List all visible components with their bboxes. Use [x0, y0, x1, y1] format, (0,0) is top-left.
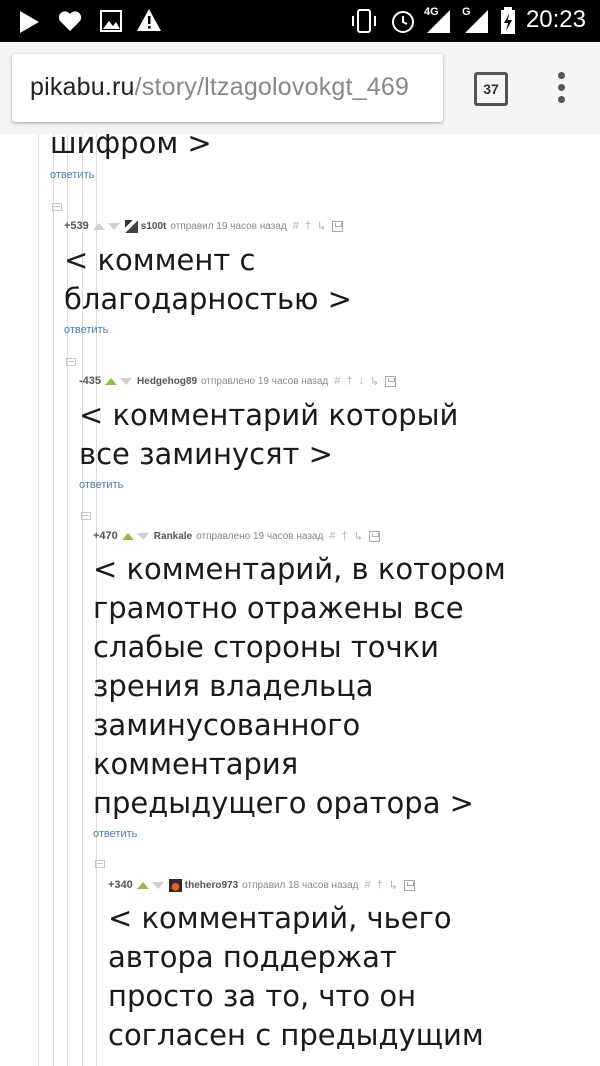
status-bar: 4G G 20:23 [0, 0, 600, 42]
collapse-toggle[interactable] [81, 512, 91, 520]
url-text[interactable]: pikabu.ru/story/ltzagolovokgt_469 [30, 73, 409, 102]
comment-meta: -435 Hedgehog89 отправлено 19 часов наза… [79, 373, 397, 389]
comments-area: шифром > ответить +539 s100t отправил 19… [0, 134, 600, 1066]
comment-line: слабые стороны точки [93, 630, 440, 664]
reply-arrow-icon[interactable]: ↳ [370, 375, 379, 388]
url-bar[interactable]: pikabu.ru/story/ltzagolovokgt_469 [12, 54, 443, 122]
reply-link[interactable]: ответить [93, 828, 137, 840]
comment-line: согласен с предыдущим [108, 1018, 484, 1052]
down-arrow-icon[interactable]: ↓ [359, 375, 365, 387]
pin-icon[interactable]: † [341, 530, 347, 542]
url-domain: pikabu.ru [30, 73, 135, 101]
reply-arrow-icon[interactable]: ↳ [389, 879, 398, 892]
comment-line: просто за то, что он [108, 979, 417, 1013]
comment-line: благодарностью > [64, 282, 352, 316]
avatar[interactable] [168, 878, 182, 892]
comment-rating: +340 [108, 879, 133, 891]
battery-icon [501, 7, 515, 34]
comment-line: < комментарий который [79, 398, 459, 432]
pin-icon[interactable]: † [305, 220, 311, 232]
url-path: /story/ltzagolovokgt_469 [134, 73, 410, 101]
browser-toolbar: pikabu.ru/story/ltzagolovokgt_469 37 [0, 42, 600, 134]
comment-text: < коммент с благодарностью > [64, 241, 352, 319]
comment-meta: +539 s100t отправил 19 часов назад # † ↳ [64, 218, 344, 234]
save-icon[interactable] [385, 375, 397, 387]
comment-line: все заминусят > [79, 437, 333, 471]
comment-rating: +539 [64, 220, 89, 232]
clock: 20:23 [525, 6, 586, 33]
warning-icon [137, 9, 161, 31]
comment-rating: +470 [93, 530, 118, 542]
comment-time: отправлено 19 часов назад [196, 530, 324, 542]
vibrate-icon [352, 9, 376, 33]
signal-icon [427, 10, 450, 33]
alarm-icon [392, 11, 414, 33]
comment-line: заминусованного [93, 708, 361, 742]
comment-text: шифром > [50, 134, 212, 163]
comment-line: шифром > [50, 134, 212, 160]
heart-icon [58, 11, 82, 32]
comment-line: грамотно отражены все [93, 591, 464, 625]
comment-line: предыдущего оратора > [93, 786, 474, 820]
save-icon[interactable] [332, 220, 344, 232]
image-icon [100, 10, 122, 32]
save-icon[interactable] [368, 530, 380, 542]
comment-time: отправлено 19 часов назад [201, 375, 329, 387]
comment-line: автора поддержат [108, 940, 397, 974]
pin-icon[interactable]: † [346, 375, 352, 387]
comment-line: < коммент с [64, 243, 256, 277]
thread-line [53, 134, 54, 1066]
reply-arrow-icon[interactable]: ↳ [354, 530, 363, 543]
comment-author[interactable]: Rankale [154, 531, 192, 542]
link-icon[interactable]: # [329, 530, 335, 542]
link-icon[interactable]: # [293, 220, 299, 232]
signal-icon-2 [465, 10, 488, 33]
upvote-icon[interactable] [136, 881, 149, 889]
play-icon [20, 11, 39, 33]
comment-text: < комментарий, чьего автора поддержат пр… [108, 899, 484, 1055]
comment-author[interactable]: s100t [141, 221, 167, 232]
comment-line: комментария [93, 747, 299, 781]
link-icon[interactable]: # [334, 375, 340, 387]
comment-line: < комментарий, в котором [93, 552, 506, 586]
downvote-icon[interactable] [120, 377, 133, 385]
downvote-icon[interactable] [151, 881, 164, 889]
pin-icon[interactable]: † [377, 879, 383, 891]
collapse-toggle[interactable] [66, 358, 76, 366]
avatar[interactable] [124, 219, 138, 233]
collapse-toggle[interactable] [95, 860, 105, 868]
comment-author[interactable]: thehero973 [185, 880, 238, 891]
tab-count: 37 [483, 81, 499, 97]
comment-meta: +340 thehero973 отправил 18 часов назад … [108, 877, 415, 893]
upvote-icon[interactable] [121, 532, 134, 540]
reply-link[interactable]: ответить [64, 324, 108, 336]
comment-time: отправил 18 часов назад [242, 879, 359, 891]
reply-arrow-icon[interactable]: ↳ [317, 220, 326, 233]
save-icon[interactable] [403, 879, 415, 891]
reply-link[interactable]: ответить [79, 479, 123, 491]
comment-author[interactable]: Hedgehog89 [137, 376, 197, 387]
comment-meta: +470 Rankale отправлено 19 часов назад #… [93, 528, 380, 544]
comment-time: отправил 19 часов назад [170, 220, 287, 232]
thread-line [38, 134, 39, 1066]
upvote-icon[interactable] [92, 222, 105, 230]
downvote-icon[interactable] [107, 222, 120, 230]
comment-line: < комментарий, чьего [108, 901, 452, 935]
comment-line: зрения владельца [93, 669, 374, 703]
collapse-toggle[interactable] [52, 203, 62, 211]
comment-text: < комментарий, в котором грамотно отраже… [93, 550, 506, 823]
link-icon[interactable]: # [365, 879, 371, 891]
upvote-icon[interactable] [105, 377, 118, 385]
tab-switcher-button[interactable]: 37 [474, 72, 508, 106]
reply-link[interactable]: ответить [50, 169, 94, 181]
comment-text: < комментарий который все заминусят > [79, 396, 458, 474]
downvote-icon[interactable] [136, 532, 149, 540]
comment-rating: -435 [79, 375, 102, 387]
overflow-menu-icon[interactable] [555, 72, 567, 106]
